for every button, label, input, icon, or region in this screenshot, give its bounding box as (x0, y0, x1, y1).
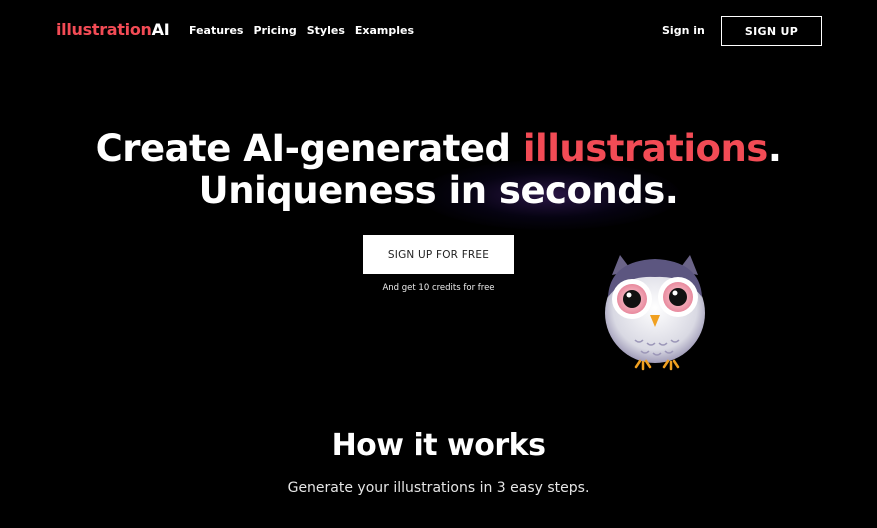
headline-line1-prefix: Create AI-generated (95, 127, 523, 170)
top-nav: illustrationAI Features Pricing Styles E… (0, 0, 877, 62)
logo[interactable]: illustrationAI (56, 20, 170, 39)
how-it-works-subtitle: Generate your illustrations in 3 easy st… (287, 480, 590, 496)
logo-text-illustration: illustration (56, 20, 152, 39)
nav-link-pricing[interactable]: Pricing (253, 24, 296, 37)
owl-illustration (605, 255, 705, 371)
sign-up-for-free-button[interactable]: SIGN UP FOR FREE (363, 235, 514, 274)
hero: Create AI-generated illustrations. Uniqu… (0, 128, 877, 212)
logo-text-ai: AI (151, 20, 170, 39)
how-it-works-title: How it works (331, 428, 546, 463)
hero-headline: Create AI-generated illustrations. Uniqu… (0, 128, 877, 212)
headline-line1-suffix: . (767, 127, 782, 170)
sign-up-button[interactable]: SIGN UP (721, 16, 822, 46)
nav-link-styles[interactable]: Styles (307, 24, 345, 37)
nav-link-examples[interactable]: Examples (355, 24, 414, 37)
nav-link-features[interactable]: Features (189, 24, 243, 37)
nav-links: Features Pricing Styles Examples (189, 24, 414, 37)
headline-line2: Uniqueness in seconds. (198, 169, 679, 212)
cta-note: And get 10 credits for free (382, 283, 495, 293)
sign-in-link[interactable]: Sign in (662, 24, 705, 37)
headline-accent: illustrations (522, 127, 768, 170)
